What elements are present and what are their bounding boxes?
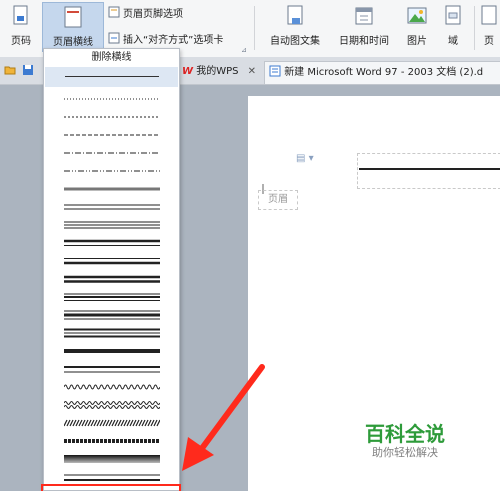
line-preview bbox=[65, 76, 159, 77]
field-label: 域 bbox=[448, 36, 458, 47]
dialog-launcher-icon[interactable]: ⊿ bbox=[241, 46, 247, 54]
line-style-option[interactable] bbox=[64, 417, 160, 429]
insert-align-tab-button[interactable]: 插入“对齐方式”选项卡 bbox=[108, 30, 223, 46]
page-number-label: 页码 bbox=[11, 36, 31, 47]
page-number-button[interactable]: 页码 bbox=[2, 2, 40, 52]
line-style-option[interactable] bbox=[64, 471, 160, 483]
doc-tab-label: 新建 Microsoft Word 97 - 2003 文档 (2).d bbox=[284, 67, 484, 78]
header-line-icon bbox=[64, 6, 82, 28]
header-line-label: 页眉横线 bbox=[53, 37, 93, 48]
open-folder-icon[interactable] bbox=[4, 64, 16, 76]
header-footer-options-icon bbox=[108, 6, 120, 18]
line-style-option[interactable] bbox=[64, 399, 160, 411]
ribbon-separator bbox=[474, 6, 475, 50]
remove-line-label[interactable]: 删除横线 bbox=[44, 49, 179, 66]
line-style-option[interactable] bbox=[64, 273, 160, 285]
header-line-button[interactable]: 页眉横线 bbox=[42, 2, 104, 52]
watermark-subtitle: 助你轻松解决 bbox=[372, 446, 438, 459]
line-style-option[interactable] bbox=[64, 147, 160, 159]
line-style-option[interactable] bbox=[64, 255, 160, 267]
line-style-option[interactable] bbox=[64, 291, 160, 303]
picture-button[interactable]: 图片 bbox=[398, 2, 436, 52]
header-area[interactable] bbox=[357, 153, 500, 189]
line-style-option[interactable] bbox=[64, 345, 160, 357]
line-style-option[interactable] bbox=[64, 165, 160, 177]
line-style-option[interactable] bbox=[64, 111, 160, 123]
line-style-option[interactable] bbox=[64, 363, 160, 375]
wps-logo-icon: W bbox=[182, 66, 194, 77]
header-line-dropdown: 删除横线 bbox=[43, 48, 180, 491]
insert-align-tab-label: 插入“对齐方式”选项卡 bbox=[123, 34, 224, 46]
datetime-button[interactable]: 日期和时间 bbox=[334, 2, 394, 52]
line-style-option[interactable] bbox=[64, 381, 160, 393]
right-cut-label: 页 bbox=[484, 36, 494, 47]
auto-figure-icon bbox=[287, 5, 303, 25]
line-style-option[interactable] bbox=[64, 201, 160, 213]
line-style-option[interactable] bbox=[64, 327, 160, 339]
header-tag: 页眉 bbox=[258, 190, 298, 210]
picture-icon bbox=[407, 7, 427, 24]
header-options-icon[interactable]: ▤ ▾ bbox=[296, 153, 314, 164]
ribbon-separator bbox=[254, 6, 255, 50]
word-doc-icon bbox=[269, 65, 281, 77]
save-icon[interactable] bbox=[22, 64, 34, 76]
field-button[interactable]: 域 bbox=[440, 2, 466, 52]
picture-label: 图片 bbox=[407, 36, 427, 47]
datetime-label: 日期和时间 bbox=[339, 36, 389, 47]
red-arrow-icon bbox=[182, 364, 265, 471]
wps-tab-label: 我的WPS bbox=[196, 66, 239, 77]
red-highlight-box bbox=[41, 484, 181, 491]
page-number-icon bbox=[13, 5, 28, 25]
auto-figure-label: 自动图文集 bbox=[270, 36, 320, 47]
line-style-option[interactable] bbox=[64, 435, 160, 447]
line-style-option[interactable] bbox=[64, 453, 160, 465]
close-icon[interactable]: ✕ bbox=[248, 66, 256, 77]
header-footer-options-label: 页眉页脚选项 bbox=[123, 8, 183, 20]
line-style-option[interactable] bbox=[64, 309, 160, 321]
line-style-option[interactable] bbox=[64, 219, 160, 231]
page-icon bbox=[481, 5, 497, 25]
header-footer-options-button[interactable]: 页眉页脚选项 bbox=[108, 4, 183, 20]
tab-document[interactable]: 新建 Microsoft Word 97 - 2003 文档 (2).d bbox=[264, 61, 500, 84]
line-style-option[interactable] bbox=[64, 129, 160, 141]
tab-my-wps[interactable]: W 我的WPS ✕ bbox=[182, 61, 256, 83]
line-style-selected[interactable] bbox=[45, 67, 178, 87]
line-style-option[interactable] bbox=[64, 93, 160, 105]
line-style-option[interactable] bbox=[64, 183, 160, 195]
auto-figure-button[interactable]: 自动图文集 bbox=[262, 2, 328, 52]
field-icon bbox=[445, 5, 461, 25]
insert-align-tab-icon bbox=[108, 32, 120, 44]
header-horizontal-line bbox=[359, 168, 500, 170]
line-style-option[interactable] bbox=[64, 237, 160, 249]
watermark-title: 百科全说 bbox=[365, 422, 445, 446]
calendar-icon bbox=[355, 7, 373, 25]
next-page-button[interactable]: 页 bbox=[478, 2, 500, 52]
